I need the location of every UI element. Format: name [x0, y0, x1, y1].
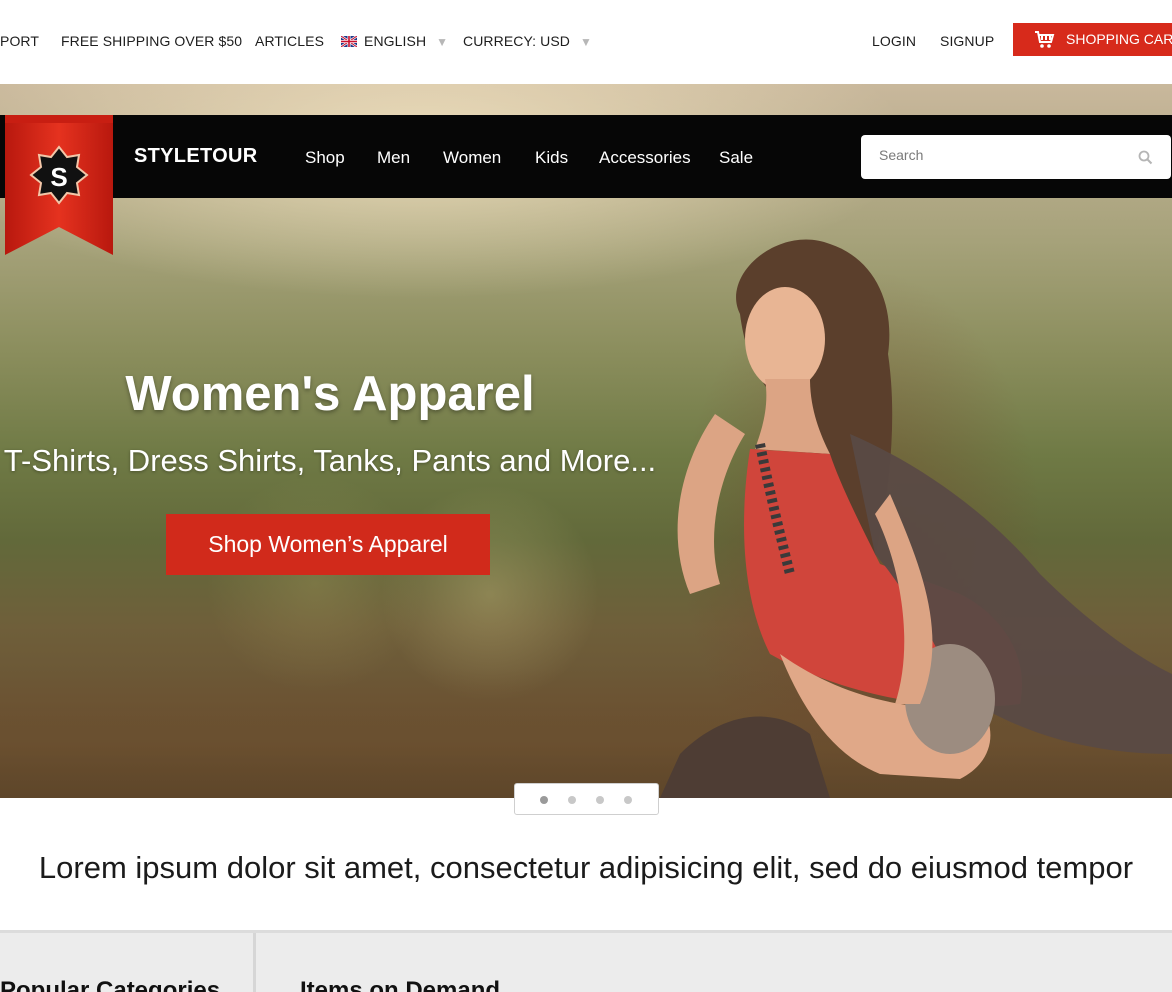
brand-logo-badge[interactable]: S — [5, 115, 113, 260]
slider-dot-3[interactable] — [596, 796, 604, 804]
articles-link[interactable]: ARTICLES — [255, 33, 324, 49]
brand-name[interactable]: STYLETOUR — [134, 145, 257, 168]
search-box — [861, 135, 1171, 179]
top-utility-bar: PORT FREE SHIPPING OVER $50 ARTICLES ENG… — [0, 0, 1172, 84]
nav-item-men[interactable]: Men — [377, 148, 410, 168]
shopping-cart-label: SHOPPING CART — [1066, 31, 1172, 47]
nav-item-kids[interactable]: Kids — [535, 148, 568, 168]
uk-flag-icon — [341, 36, 357, 47]
login-link[interactable]: LOGIN — [872, 33, 916, 49]
search-icon[interactable] — [1138, 150, 1153, 165]
bottom-section: Popular Categories Items on Demand — [0, 930, 1172, 992]
nav-item-women[interactable]: Women — [443, 148, 501, 168]
slider-dot-4[interactable] — [624, 796, 632, 804]
items-on-demand-heading: Items on Demand — [300, 977, 501, 992]
language-selector[interactable]: ENGLISH ▼ — [341, 33, 448, 49]
shopping-cart-button[interactable]: SHOPPING CART — [1013, 23, 1172, 56]
free-shipping-link[interactable]: FREE SHIPPING OVER $50 — [61, 33, 242, 49]
hero-title: Women's Apparel — [125, 367, 535, 421]
caret-down-icon: ▼ — [436, 35, 449, 49]
slider-dot-2[interactable] — [568, 796, 576, 804]
hero-subtitle: T-Shirts, Dress Shirts, Tanks, Pants and… — [3, 443, 657, 478]
lens-flare — [205, 474, 425, 694]
column-divider — [253, 933, 256, 992]
shopping-cart-icon — [1035, 31, 1055, 48]
language-label: ENGLISH — [364, 33, 427, 49]
currency-label: CURRECY: USD — [463, 33, 570, 49]
nav-item-sale[interactable]: Sale — [719, 148, 753, 168]
nav-item-accessories[interactable]: Accessories — [599, 148, 691, 168]
search-input[interactable] — [879, 147, 1119, 163]
signup-link[interactable]: SIGNUP — [940, 33, 994, 49]
currency-selector[interactable]: CURRECY: USD ▼ — [463, 33, 592, 49]
slider-pagination — [514, 783, 659, 815]
tagline: Lorem ipsum dolor sit amet, consectetur … — [38, 850, 1134, 885]
slider-dot-1[interactable] — [540, 796, 548, 804]
hero-model-image — [660, 239, 1172, 798]
badge-letter: S — [50, 162, 67, 192]
popular-categories-heading: Popular Categories — [0, 977, 221, 992]
nav-item-shop[interactable]: Shop — [305, 148, 345, 168]
support-link[interactable]: PORT — [0, 33, 39, 49]
caret-down-icon: ▼ — [580, 35, 592, 49]
shop-womens-apparel-button[interactable]: Shop Women’s Apparel — [166, 514, 490, 575]
